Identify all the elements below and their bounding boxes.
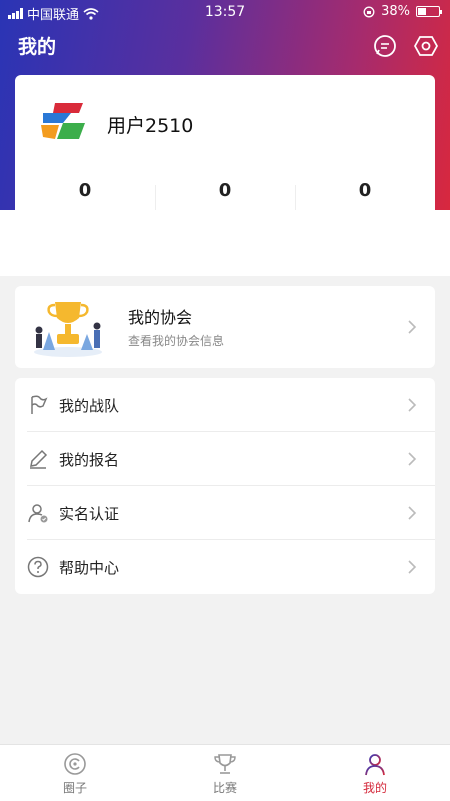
menu-item-label: 我的战队 [59, 397, 120, 415]
message-icon[interactable] [373, 34, 397, 58]
profile-band [0, 210, 450, 276]
association-title: 我的协会 [128, 308, 193, 327]
circle-icon [64, 753, 86, 775]
battery-icon [416, 6, 442, 17]
settings-icon[interactable] [414, 34, 438, 58]
trophy-icon [214, 754, 236, 774]
tab-label: 圈子 [62, 781, 87, 795]
menu-item-label: 实名认证 [59, 505, 120, 523]
menu-card: 我的战队 我的报名 实名认证 帮助中心 [15, 378, 435, 594]
tab-circle[interactable]: 圈子 [0, 745, 150, 801]
menu-item-verification[interactable]: 实名认证 [15, 486, 435, 540]
battery-percent: 38% [381, 4, 410, 19]
tab-mine[interactable]: 我的 [300, 745, 450, 801]
stat-value: 0 [218, 180, 232, 201]
avatar[interactable] [35, 93, 91, 149]
chevron-right-icon [408, 506, 417, 520]
rotation-lock-icon [363, 6, 375, 17]
help-icon [27, 556, 49, 578]
pencil-icon [30, 449, 48, 469]
trophy-illustration [34, 302, 102, 357]
menu-item-registration[interactable]: 我的报名 [15, 432, 435, 486]
menu-item-team[interactable]: 我的战队 [15, 378, 435, 432]
chevron-right-icon [408, 320, 417, 334]
status-bar: 中国联通 13:57 38% [0, 0, 450, 24]
chevron-right-icon [408, 560, 417, 574]
chevron-right-icon [408, 452, 417, 466]
menu-item-label: 帮助中心 [59, 559, 120, 577]
tab-label: 我的 [362, 781, 387, 795]
tab-match[interactable]: 比赛 [150, 745, 300, 801]
chevron-right-icon [408, 398, 417, 412]
username: 用户2510 [107, 115, 194, 137]
flag-icon [31, 395, 48, 414]
person-icon [365, 754, 385, 776]
tab-label: 比赛 [212, 781, 237, 795]
tab-bar: 圈子 比赛 我的 [0, 744, 450, 801]
menu-item-help[interactable]: 帮助中心 [15, 540, 435, 594]
association-card[interactable]: 我的协会 查看我的协会信息 [15, 286, 435, 368]
user-verify-icon [28, 504, 48, 523]
association-subtitle: 查看我的协会信息 [128, 334, 225, 348]
stat-value: 0 [78, 180, 92, 201]
menu-item-label: 我的报名 [59, 451, 120, 469]
stat-value: 0 [358, 180, 372, 201]
page-title: 我的 [18, 36, 57, 58]
